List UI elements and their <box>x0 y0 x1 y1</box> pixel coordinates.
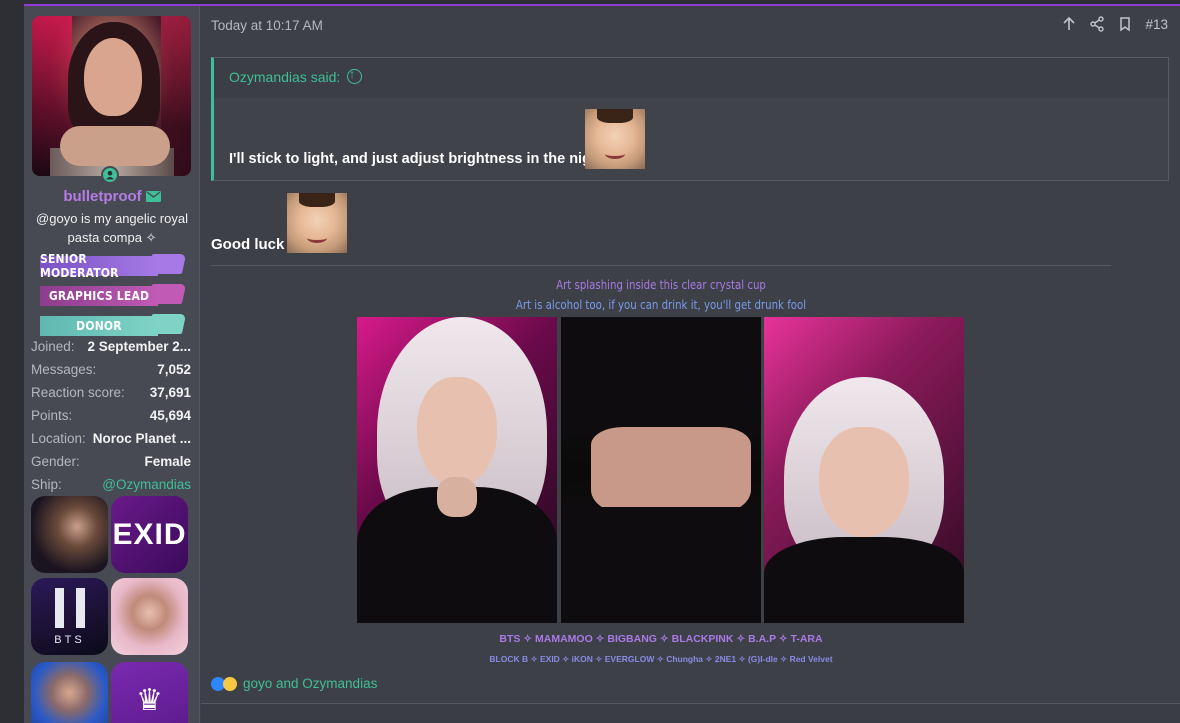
badge-mamamoo-crown: ♛ <box>111 662 188 723</box>
signature-divider <box>211 265 1111 266</box>
signature-line-2: Art is alcohol too, if you can drink it,… <box>515 298 807 312</box>
username-text[interactable]: bulletproof <box>63 188 141 205</box>
online-status-icon <box>101 166 119 184</box>
post-message: Good luck <box>211 236 285 253</box>
arrow-up-icon[interactable] <box>1061 16 1077 32</box>
quote-block: Ozymandias said: I'll stick to light, an… <box>211 57 1169 181</box>
banner-senior-moderator: SENIOR MODERATOR <box>40 252 187 280</box>
badge-bts-v <box>31 662 108 723</box>
forum-post: bulletproof @goyo is my angelic royal pa… <box>24 4 1180 723</box>
post-number-link[interactable]: #13 <box>1145 17 1168 32</box>
banner-donor: DONOR <box>40 314 187 336</box>
haha-reaction-icon <box>223 676 237 691</box>
quote-author: Ozymandias said: <box>229 69 341 85</box>
badge-bts-member <box>31 496 108 573</box>
info-joined: Joined: 2 September 2... <box>31 339 191 354</box>
user-avatar[interactable] <box>32 16 191 176</box>
quote-header[interactable]: Ozymandias said: <box>214 58 1168 98</box>
signature-groups-2: BLOCK B ✧ EXID ✧ iKON ✧ EVERGLOW ✧ Chung… <box>489 654 833 664</box>
post-timestamp[interactable]: Today at 10:17 AM <box>211 18 323 33</box>
envelope-icon <box>145 189 161 206</box>
banner-graphics-lead: GRAPHICS LEAD <box>40 284 187 306</box>
page-gutter <box>0 0 24 723</box>
user-sidebar: bulletproof @goyo is my angelic royal pa… <box>24 6 200 723</box>
badge-bts-logo: BTS <box>31 578 108 655</box>
info-gender: Gender: Female <box>31 454 191 469</box>
signature-gif-2 <box>561 317 761 623</box>
jump-to-quote-icon[interactable] <box>347 67 363 84</box>
reactions-bar[interactable]: goyo and Ozymandias <box>211 676 377 691</box>
reactions-users[interactable]: goyo and Ozymandias <box>243 676 377 691</box>
post-footer-bar <box>201 703 1180 723</box>
signature-line-1: Art splashing inside this clear crystal … <box>556 278 766 292</box>
ship-link[interactable]: @Ozymandias <box>102 477 191 492</box>
info-points: Points: 45,694 <box>31 408 191 423</box>
quote-text: I'll stick to light, and just adjust bri… <box>229 151 605 167</box>
share-icon[interactable] <box>1089 16 1105 32</box>
quote-emoji-image <box>585 109 645 169</box>
post-main: Today at 10:17 AM #13 Ozymandias said: I… <box>201 6 1180 723</box>
post-actions: #13 <box>1061 16 1168 32</box>
bookmark-icon[interactable] <box>1117 16 1133 32</box>
badge-blackpink-member <box>111 578 188 655</box>
info-messages: Messages: 7,052 <box>31 362 191 377</box>
user-title: @goyo is my angelic royal pasta compa ✧ <box>36 211 188 245</box>
signature-groups-1: BTS ✧ MAMAMOO ✧ BIGBANG ✧ BLACKPINK ✧ B.… <box>499 633 823 645</box>
info-ship: Ship: @Ozymandias <box>31 477 191 492</box>
info-location: Location: Noroc Planet ... <box>31 431 191 446</box>
username[interactable]: bulletproof <box>24 188 200 206</box>
badge-exid: EXID <box>111 496 188 573</box>
message-emoji-image <box>287 193 347 253</box>
signature-gif-3 <box>764 317 964 623</box>
signature-gif-1 <box>357 317 557 623</box>
info-reaction-score: Reaction score: 37,691 <box>31 385 191 400</box>
